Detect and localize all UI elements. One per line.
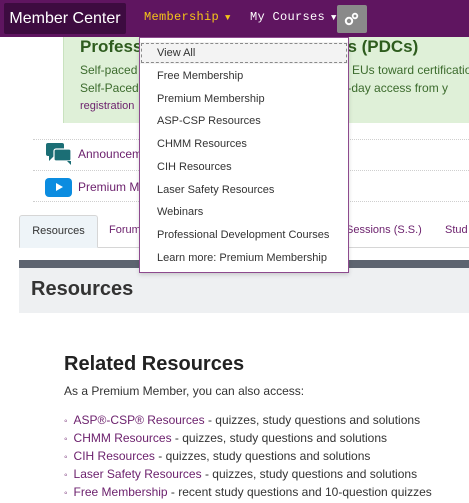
menu-item-view-all[interactable]: View All (140, 42, 348, 64)
gears-icon (344, 12, 359, 26)
menu-item-asp-csp[interactable]: ASP-CSP Resources (140, 110, 348, 132)
member-center-link[interactable]: Member Center (4, 3, 126, 34)
banner-title-end: es (PDCs) (338, 37, 419, 56)
list-item: ◦ Laser Safety Resources - quizzes, study… (64, 467, 432, 485)
premium-video-link[interactable]: Premium M (45, 174, 139, 200)
related-intro: As a Premium Member, you can also access… (64, 384, 305, 398)
free-membership-link[interactable]: Free Membership (74, 485, 168, 499)
bullet-icon: ◦ (64, 488, 68, 499)
cih-resources-link[interactable]: CIH Resources (74, 449, 155, 463)
menu-item-pdc[interactable]: Professional Development Courses (140, 224, 348, 246)
premium-label: Premium M (78, 180, 140, 194)
item-description: - recent study questions and 10-question… (167, 485, 432, 499)
top-nav-bar: Member Center Membership ▼ My Courses ▼ (0, 0, 469, 37)
tab-sessions[interactable]: Sessions (S.S.) (346, 215, 422, 246)
bullet-icon: ◦ (64, 416, 68, 427)
menu-item-chmm[interactable]: CHMM Resources (140, 133, 348, 155)
announcements-label: Announcem (78, 147, 143, 161)
item-description: - quizzes, study questions and solutions (201, 467, 418, 481)
tab-resources[interactable]: Resources (19, 215, 98, 248)
resources-content: Related Resources As a Premium Member, y… (19, 313, 469, 501)
tab-forum[interactable]: Forum (109, 215, 141, 246)
list-item: ◦ CIH Resources - quizzes, study question… (64, 449, 432, 467)
item-description: - quizzes, study questions and solutions (204, 413, 421, 427)
banner-line-1: Self-paced (80, 63, 138, 77)
my-courses-label: My Courses (250, 10, 326, 24)
related-resources-list: ◦ ASP®-CSP® Resources - quizzes, study qu… (64, 413, 432, 503)
caret-down-icon: ▼ (225, 13, 231, 23)
menu-item-laser-safety[interactable]: Laser Safety Resources (140, 179, 348, 201)
menu-item-premium-membership[interactable]: Premium Membership (140, 88, 348, 110)
menu-item-learn-more[interactable]: Learn more: Premium Membership (140, 247, 348, 269)
list-item: ◦ ASP®-CSP® Resources - quizzes, study qu… (64, 413, 432, 431)
caret-down-icon: ▼ (331, 13, 337, 23)
bullet-icon: ◦ (64, 434, 68, 445)
tab-study[interactable]: Stud (445, 215, 468, 246)
chat-icon (46, 143, 72, 165)
my-courses-menu-toggle[interactable]: My Courses ▼ (250, 10, 337, 24)
banner-title: Profess (80, 37, 143, 56)
resources-heading: Resources (31, 278, 134, 300)
menu-item-free-membership[interactable]: Free Membership (140, 65, 348, 87)
settings-button[interactable] (337, 5, 367, 33)
chmm-resources-link[interactable]: CHMM Resources (74, 431, 172, 445)
announcements-link[interactable]: Announcem (45, 141, 142, 167)
membership-label: Membership (144, 10, 220, 24)
asp-csp-resources-link[interactable]: ASP®-CSP® Resources (74, 413, 205, 427)
item-description: - quizzes, study questions and solutions (171, 431, 388, 445)
menu-item-cih[interactable]: CIH Resources (140, 156, 348, 178)
registration-link[interactable]: registration (80, 100, 134, 112)
bullet-icon: ◦ (64, 452, 68, 463)
laser-safety-resources-link[interactable]: Laser Safety Resources (74, 467, 202, 481)
resources-header: Resources (19, 268, 469, 313)
banner-line-2: Self-Paced (80, 81, 139, 95)
list-item: ◦ Free Membership - recent study question… (64, 485, 432, 503)
related-resources-title: Related Resources (64, 353, 245, 375)
bullet-icon: ◦ (64, 470, 68, 481)
item-description: - quizzes, study questions and solutions (154, 449, 371, 463)
membership-dropdown: View All Free Membership Premium Members… (139, 37, 349, 273)
video-play-icon (45, 177, 72, 197)
menu-item-webinars[interactable]: Webinars (140, 201, 348, 223)
banner-line-1-end: EUs toward certification (352, 63, 469, 77)
membership-menu-toggle[interactable]: Membership ▼ (144, 10, 231, 24)
list-item: ◦ CHMM Resources - quizzes, study questio… (64, 431, 432, 449)
